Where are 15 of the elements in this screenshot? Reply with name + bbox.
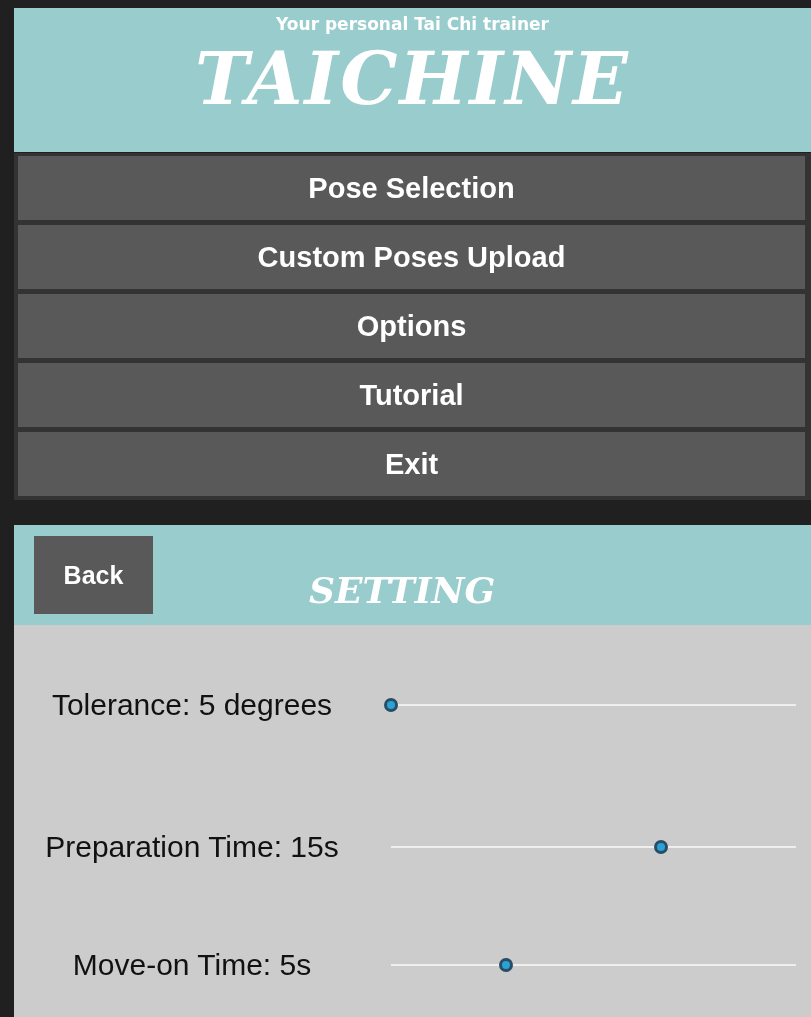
menu-button[interactable]: Custom Poses Upload (18, 225, 805, 289)
slider-thumb[interactable] (499, 958, 513, 972)
slider-label: Move-on Time: 5s (71, 948, 313, 982)
back-button[interactable]: Back (34, 536, 153, 614)
slider-thumb[interactable] (654, 840, 669, 854)
menu-button[interactable]: Tutorial (18, 363, 805, 427)
menu-button[interactable]: Exit (18, 432, 805, 496)
settings-title: SETTING (309, 569, 496, 611)
slider-thumb[interactable] (384, 698, 398, 712)
app-logo: TAICHINE (195, 35, 630, 123)
slider-label: Tolerance: 5 degrees (50, 688, 334, 722)
tagline: Your personal Tai Chi trainer (276, 14, 549, 34)
menu-button[interactable]: Pose Selection (18, 156, 805, 220)
menu-button[interactable]: Options (18, 294, 805, 358)
slider-label: Preparation Time: 15s (44, 830, 340, 864)
